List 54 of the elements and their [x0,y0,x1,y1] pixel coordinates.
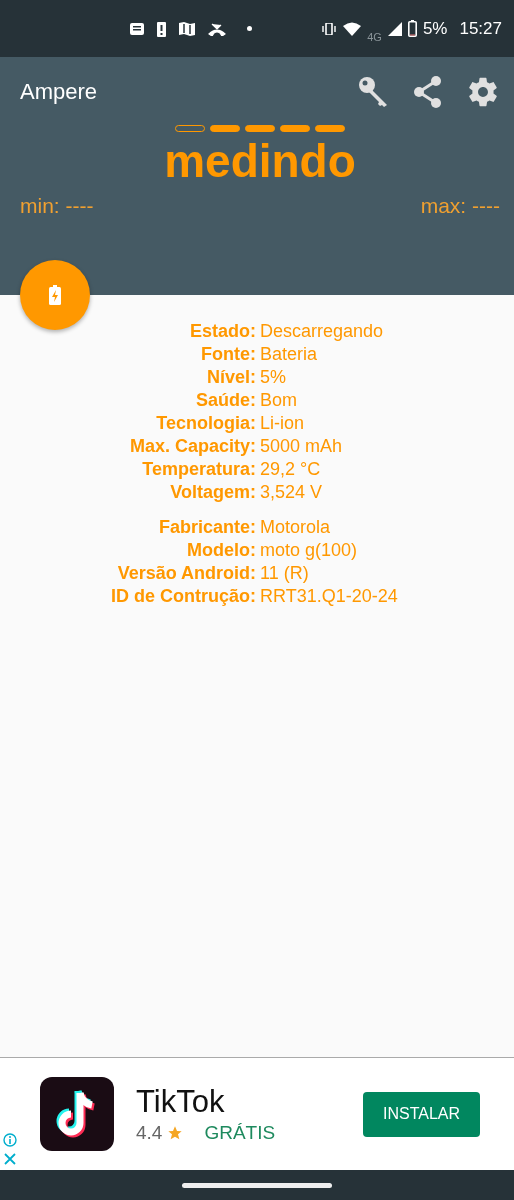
star-icon [167,1125,184,1141]
max-value: max: ---- [420,194,500,218]
share-icon[interactable] [412,76,444,108]
wifi-icon [343,21,362,36]
info-value: Motorola [260,516,332,539]
battery-percent: 5% [422,18,448,39]
info-value: Descarregando [260,320,385,343]
key-icon[interactable] [358,76,390,108]
info-value: Li-ion [260,412,306,435]
app-icon [40,1077,114,1151]
map-icon [179,21,195,36]
message-icon [130,22,144,35]
network-type: 4G [367,30,382,43]
vibrate-icon [321,22,338,35]
info-label: Modelo: [186,539,256,562]
info-label: Estado: [189,320,256,343]
info-label: Nível: [205,366,256,389]
info-label: ID de Contrução: [110,585,256,608]
min-value: min: ---- [20,194,94,218]
home-handle[interactable] [182,1182,332,1188]
info-label: Versão Android: [116,562,256,585]
battery-charging-icon [49,285,61,305]
battery-icon [407,20,417,37]
info-label: Saúde: [195,389,256,412]
info-icon[interactable] [3,1133,17,1147]
notification-dot [247,26,252,31]
info-value: RRT31.Q1-20-24 [260,585,399,608]
info-value: 29,2 °C [260,458,322,481]
info-value: Bom [260,389,298,412]
info-label: Tecnologia: [155,412,256,435]
info-label: Fonte: [200,343,256,366]
info-value: 11 (R) [260,562,310,585]
battery-alert-icon [157,20,166,37]
info-value: 3,524 V [260,481,324,504]
app-price: GRÁTIS [204,1122,276,1144]
app-title: Ampere [20,79,98,105]
install-button[interactable]: INSTALAR [363,1091,480,1137]
info-label: Max. Capacity: [128,435,256,458]
app-rating: 4.4 [136,1122,163,1144]
info-label: Temperatura: [141,458,256,481]
measurement-status: medindo [163,134,357,188]
info-value: 5000 mAh [260,435,344,458]
info-value: 5% [260,366,287,389]
info-label: Voltagem: [169,481,256,504]
info-label: Fabricante: [157,516,256,539]
info-value: Bateria [260,343,319,366]
app-name: TikTok [136,1084,226,1120]
close-icon[interactable] [4,1153,16,1165]
clock: 15:27 [459,18,502,39]
battery-fab[interactable] [20,260,90,330]
signal-icon [387,21,402,36]
settings-icon[interactable] [466,75,500,109]
missed-call-icon [208,21,226,36]
info-value: moto g(100) [260,539,359,562]
